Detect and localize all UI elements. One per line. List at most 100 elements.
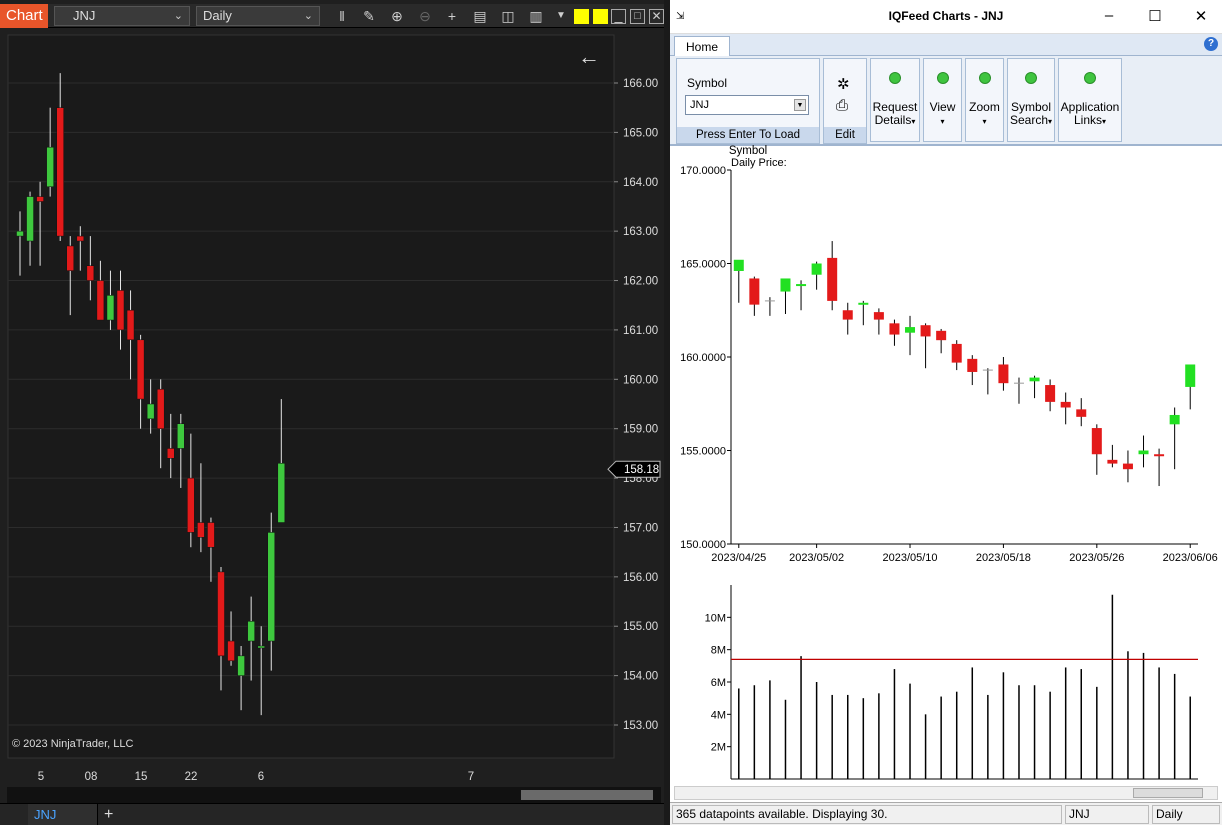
nt-date-label: 08 — [85, 771, 98, 783]
view-label: View — [929, 100, 956, 114]
maximize-icon[interactable]: ☐ — [1144, 7, 1166, 27]
dropdown-arrow-icon: ▾ — [911, 117, 916, 126]
tab-home[interactable]: Home — [674, 36, 730, 57]
nt-candle-body — [187, 477, 195, 533]
candle-body — [998, 364, 1009, 384]
iq-price-chart[interactable]: Daily Price: 150.0000 155.0000 160.0000 165.… — [670, 150, 1222, 570]
status-dot-icon — [936, 72, 949, 84]
candle-body — [1154, 454, 1165, 457]
zoom-button[interactable]: Zoom ▾ — [965, 58, 1004, 142]
candle-body — [827, 257, 838, 301]
candle-body — [1076, 409, 1087, 417]
back-arrow-icon[interactable]: ← — [578, 44, 600, 70]
x-tick-label: 2023/05/26 — [1069, 552, 1124, 564]
nt-price-label: 164.00 — [623, 177, 658, 189]
candle-body — [1029, 377, 1040, 382]
candle-body — [780, 278, 791, 292]
candle-body — [951, 343, 962, 363]
nt-candle-body — [277, 463, 286, 523]
nt-candle-body — [197, 522, 205, 538]
vol-y-tick-label: 10M — [705, 612, 726, 624]
symbol-input[interactable]: JNJ ▼ — [685, 95, 809, 115]
scroll-thumb[interactable] — [521, 790, 653, 800]
symbol-search-button[interactable]: Symbol Search▾ — [1007, 58, 1055, 142]
symbol-hint: Press Enter To Load Symbol — [677, 127, 819, 157]
nt-candle-body — [156, 388, 165, 429]
nt-date-label: 5 — [38, 771, 44, 783]
candle-body — [749, 278, 760, 305]
nt-candle-body — [26, 196, 34, 242]
nt-candle-body — [126, 309, 135, 341]
y-tick-label: 150.0000 — [680, 539, 726, 551]
nt-price-label: 155.00 — [623, 621, 658, 633]
nt-candle-body — [136, 339, 145, 400]
status-bar: 365 datapoints available. Displaying 30.… — [670, 802, 1222, 825]
candle-body — [936, 330, 947, 341]
candle-body — [1060, 401, 1071, 408]
instrument-tab[interactable]: JNJ — [28, 804, 98, 825]
symbol-input-value: JNJ — [690, 99, 709, 111]
vol-y-tick-label: 4M — [711, 709, 726, 721]
minimize-icon[interactable]: – — [1098, 7, 1120, 27]
nt-price-label: 161.00 — [623, 325, 658, 337]
application-links-button[interactable]: Application Links▾ — [1058, 58, 1122, 142]
nt-candle-body — [116, 290, 125, 331]
candle-body — [842, 310, 853, 320]
scroll-thumb[interactable] — [1133, 788, 1203, 798]
nt-candle-body — [237, 655, 245, 676]
candle-body — [905, 327, 916, 333]
vol-y-tick-label: 6M — [711, 677, 726, 689]
x-tick-label: 2023/06/06 — [1163, 552, 1218, 564]
price-chart-title: Daily Price: — [731, 157, 787, 169]
zoom-label: Zoom — [969, 100, 1000, 114]
candle-body — [1122, 463, 1133, 470]
candle-body — [858, 302, 869, 305]
edit-label: Edit — [824, 127, 866, 143]
dropdown-arrow-icon: ▾ — [940, 117, 945, 126]
nt-candlestick-chart[interactable]: 166.00 165.00 164.00 163.00 162.00 161.00 160.… — [0, 0, 668, 790]
candle-body — [1045, 385, 1056, 402]
nt-date-label: 6 — [258, 771, 264, 783]
chevron-down-icon[interactable]: ▼ — [794, 99, 806, 111]
symbol-search-label: Symbol Search — [1009, 100, 1051, 127]
gear-icon[interactable]: ✲ — [837, 75, 850, 93]
nt-candle-body — [217, 571, 225, 657]
nt-price-label: 157.00 — [623, 522, 658, 534]
candle-body — [1169, 414, 1180, 425]
nt-date-label: 22 — [185, 771, 198, 783]
candle-body — [920, 325, 931, 337]
status-symbol: JNJ — [1065, 805, 1149, 824]
x-tick-label: 2023/05/10 — [882, 552, 937, 564]
iq-volume-chart[interactable]: 2M 4M 6M 8M 10M — [670, 575, 1222, 785]
add-tab-button[interactable]: + — [104, 804, 113, 825]
help-icon[interactable]: ? — [1204, 37, 1218, 51]
symbol-label: Symbol — [687, 76, 728, 90]
status-interval: Daily — [1152, 805, 1220, 824]
candle-body — [889, 323, 900, 335]
nt-price-label: 160.00 — [623, 374, 658, 386]
copyright-text: © 2023 NinjaTrader, LLC — [12, 738, 134, 750]
view-button[interactable]: View ▾ — [923, 58, 962, 142]
y-tick-label: 160.0000 — [680, 352, 726, 364]
x-tick-label: 2023/05/02 — [789, 552, 844, 564]
iqfeed-charts-window: ⇲ IQFeed Charts - JNJ – ☐ ✕ Home ? Symbo… — [670, 0, 1222, 825]
request-details-button[interactable]: Request Details▾ — [870, 58, 920, 142]
candle-body — [873, 312, 884, 320]
application-links-label: Application Links — [1060, 100, 1120, 127]
close-icon[interactable]: ✕ — [1190, 7, 1212, 27]
symbol-group: Symbol JNJ ▼ Press Enter To Load Symbol — [676, 58, 820, 157]
nt-candle-body — [56, 107, 64, 237]
nt-candle-body — [177, 423, 185, 449]
dropdown-arrow-icon: ▾ — [1102, 117, 1107, 126]
candle-body — [733, 259, 744, 271]
nt-candle-body — [76, 235, 85, 242]
dropdown-arrow-icon: ▾ — [982, 117, 987, 126]
nt-price-label: 153.00 — [623, 720, 658, 732]
nt-horizontal-scrollbar[interactable] — [7, 787, 661, 803]
candle-body — [1138, 450, 1149, 455]
printer-icon[interactable]: ⎙ — [836, 97, 848, 114]
iq-horizontal-scrollbar[interactable] — [674, 786, 1218, 800]
nt-price-label: 166.00 — [623, 78, 658, 90]
x-tick-label: 2023/04/25 — [711, 552, 766, 564]
ribbon-tab-strip: Home ? — [670, 34, 1222, 57]
